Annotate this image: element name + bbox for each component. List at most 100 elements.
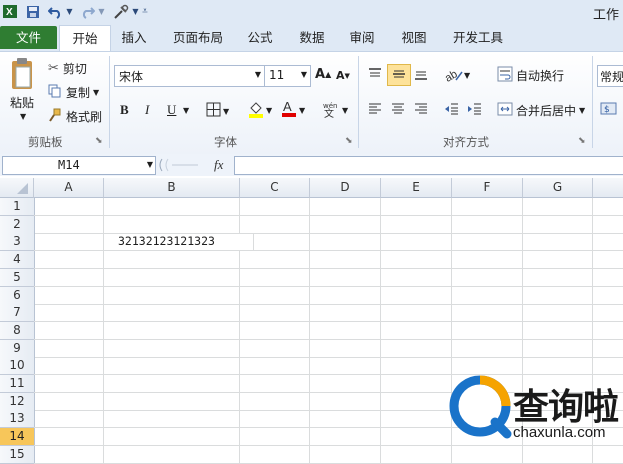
- cell[interactable]: [240, 392, 310, 411]
- cell[interactable]: [240, 198, 310, 216]
- cell[interactable]: [381, 251, 452, 270]
- cell[interactable]: [104, 339, 240, 358]
- cell[interactable]: [310, 215, 381, 234]
- cell[interactable]: [381, 198, 452, 216]
- cell[interactable]: [310, 339, 381, 358]
- tab-developer[interactable]: 开发工具: [444, 25, 512, 50]
- align-center-button[interactable]: [390, 101, 406, 120]
- decrease-indent-button[interactable]: [443, 101, 459, 120]
- font-launcher-icon[interactable]: ⬊: [345, 136, 353, 146]
- font-size-select[interactable]: 11 ▼: [264, 65, 311, 87]
- font-name-select[interactable]: 宋体 ▼: [114, 65, 265, 87]
- cell[interactable]: [34, 233, 104, 252]
- cell[interactable]: [381, 410, 452, 429]
- underline-dropdown-icon[interactable]: ▼: [183, 106, 189, 115]
- cell[interactable]: [452, 215, 523, 234]
- cut-button[interactable]: ✂ 剪切: [48, 60, 87, 77]
- cell[interactable]: [452, 321, 523, 340]
- grow-font-button[interactable]: A ▲: [315, 67, 331, 82]
- borders-button[interactable]: ▼: [206, 102, 229, 120]
- formula-bar-handle[interactable]: [158, 157, 200, 173]
- number-format-select[interactable]: 常规: [597, 65, 623, 87]
- row-header-2[interactable]: 2: [0, 215, 35, 234]
- align-left-button[interactable]: [367, 101, 383, 120]
- cell[interactable]: [240, 339, 310, 358]
- row-header-7[interactable]: 7: [0, 304, 35, 323]
- tab-file[interactable]: 文件: [0, 26, 57, 49]
- row-header-6[interactable]: 6: [0, 286, 35, 305]
- cell[interactable]: [240, 251, 310, 270]
- cell[interactable]: [240, 286, 310, 305]
- cell[interactable]: [34, 375, 104, 393]
- row-header-13[interactable]: 13: [0, 410, 35, 429]
- orientation-button[interactable]: ab ▼: [443, 66, 470, 85]
- cell[interactable]: [523, 286, 593, 305]
- cell[interactable]: [104, 198, 240, 216]
- cell[interactable]: [34, 392, 104, 411]
- paste-dropdown-icon[interactable]: ▼: [20, 112, 26, 121]
- cell[interactable]: [104, 286, 240, 305]
- align-middle-button[interactable]: [387, 64, 411, 86]
- cell[interactable]: [310, 304, 381, 323]
- cell-b3[interactable]: 32132123121323: [104, 233, 254, 252]
- cell[interactable]: [523, 339, 593, 358]
- cell[interactable]: [452, 339, 523, 358]
- redo-dropdown-icon[interactable]: ▼: [97, 3, 106, 20]
- paste-button[interactable]: 粘贴: [10, 94, 34, 111]
- undo-dropdown-icon[interactable]: ▼: [65, 3, 74, 20]
- cell[interactable]: [452, 268, 523, 287]
- cell[interactable]: [240, 321, 310, 340]
- cell[interactable]: [381, 268, 452, 287]
- cell[interactable]: [381, 357, 452, 376]
- cell[interactable]: [593, 340, 623, 358]
- font-color-button[interactable]: A ▼: [281, 99, 305, 121]
- alignment-launcher-icon[interactable]: ⬊: [578, 136, 586, 146]
- cell[interactable]: [381, 304, 452, 323]
- tab-view[interactable]: 视图: [392, 25, 436, 50]
- clipboard-launcher-icon[interactable]: ⬊: [95, 136, 103, 146]
- cell[interactable]: [240, 304, 310, 323]
- tab-review[interactable]: 审阅: [340, 25, 384, 50]
- cell[interactable]: [104, 357, 240, 376]
- cell[interactable]: [310, 357, 381, 376]
- italic-button[interactable]: I: [145, 102, 149, 118]
- shrink-font-button[interactable]: A ▼: [336, 69, 350, 82]
- select-all-corner[interactable]: [0, 178, 34, 198]
- align-top-button[interactable]: [367, 66, 383, 85]
- cell[interactable]: [240, 410, 310, 429]
- column-header-b[interactable]: B: [104, 178, 240, 198]
- cell[interactable]: [593, 198, 623, 216]
- column-header-d[interactable]: D: [310, 178, 381, 198]
- cell[interactable]: [310, 410, 381, 429]
- cell[interactable]: [104, 215, 240, 234]
- column-header-f[interactable]: F: [452, 178, 523, 198]
- cell[interactable]: [523, 304, 593, 323]
- row-header-10[interactable]: 10: [0, 357, 35, 376]
- cell[interactable]: [381, 286, 452, 305]
- redo-icon[interactable]: [78, 3, 96, 20]
- accounting-format-icon[interactable]: $: [600, 100, 618, 118]
- cell[interactable]: [34, 428, 104, 447]
- cell[interactable]: [593, 233, 623, 252]
- bold-button[interactable]: B: [120, 102, 129, 118]
- align-right-button[interactable]: [413, 101, 429, 120]
- wrap-text-button[interactable]: 自动换行: [497, 66, 564, 85]
- cell[interactable]: [593, 251, 623, 270]
- phonetic-button[interactable]: wén 文 ▼: [322, 100, 348, 121]
- cell[interactable]: [381, 428, 452, 447]
- fill-color-button[interactable]: ▼: [248, 100, 272, 121]
- cell[interactable]: [34, 198, 104, 216]
- copy-dropdown-icon[interactable]: ▼: [93, 88, 99, 97]
- cell[interactable]: [310, 392, 381, 411]
- cell[interactable]: [240, 428, 310, 447]
- cell[interactable]: [523, 198, 593, 216]
- cell[interactable]: [381, 321, 452, 340]
- save-icon[interactable]: [24, 3, 42, 20]
- cell[interactable]: [593, 304, 623, 323]
- column-header-a[interactable]: A: [34, 178, 104, 198]
- cell[interactable]: [452, 251, 523, 270]
- cell[interactable]: [240, 268, 310, 287]
- cell[interactable]: [452, 286, 523, 305]
- excel-app-icon[interactable]: X: [2, 3, 18, 20]
- cell[interactable]: [240, 215, 310, 234]
